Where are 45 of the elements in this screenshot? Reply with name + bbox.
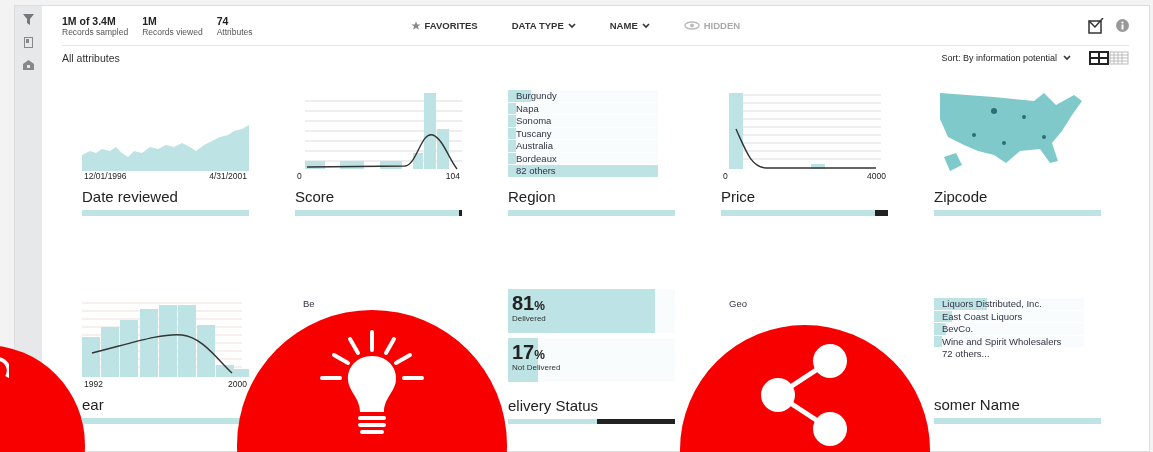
category-label: Be: [302, 298, 315, 309]
attribute-title: Zipcode: [934, 188, 989, 207]
category-label: Tuscany: [515, 127, 552, 139]
axis-label: 2000: [228, 379, 247, 392]
category-label: BevCo.: [941, 323, 974, 334]
category-label: Sonoma: [515, 115, 552, 126]
attribute-title: Score: [295, 188, 336, 207]
category-label: Burgundy: [515, 90, 557, 101]
category-label: Geo: [728, 298, 747, 309]
category-label: Bordeaux: [515, 152, 557, 164]
stat-value: 74: [216, 14, 230, 27]
category-label: Napa: [515, 102, 539, 114]
category-label: Liquors Distributed, Inc.: [941, 298, 1042, 309]
axis-label: 0: [297, 171, 302, 184]
stat-label: Attributes: [216, 26, 253, 37]
percent-label: Not Delivered: [512, 363, 562, 372]
filter-button[interactable]: FAVORITES: [410, 20, 478, 31]
axis-label: 1992: [84, 379, 103, 392]
category-label: East Coast Liquors: [941, 310, 1023, 322]
axis-label: 4/31/2001: [209, 171, 247, 184]
attribute-title: somer Name: [934, 396, 1021, 415]
section-title: All attributes: [62, 52, 120, 64]
axis-label: 12/01/1996: [84, 171, 127, 184]
attribute-title: Region: [508, 188, 557, 207]
category-label: 72 others...: [941, 348, 990, 359]
stat-value: 1M: [142, 14, 158, 27]
category-label: Wine and Spirit Wholesalers: [941, 335, 1062, 347]
axis-label: 0: [723, 171, 728, 184]
percent-label: Delivered: [512, 314, 547, 323]
stat-label: Records sampled: [62, 26, 129, 37]
axis-label: 104: [445, 171, 460, 184]
attribute-title: Date reviewed: [82, 188, 179, 207]
axis-label: 4000: [867, 171, 886, 184]
category-label: 82 others: [515, 165, 556, 176]
filter-button[interactable]: NAME: [609, 20, 650, 31]
attribute-title: ear: [82, 396, 105, 415]
stat-label: Records viewed: [142, 26, 203, 37]
stat-value: 1M of 3.4M: [62, 14, 117, 27]
percent-value: 17%: [512, 342, 546, 363]
attribute-title: Price: [721, 188, 757, 207]
category-label: Australia: [515, 140, 553, 151]
attribute-title: elivery Status: [508, 397, 600, 415]
sort-dropdown[interactable]: Sort: By information potential: [941, 53, 1071, 63]
percent-value: 81%: [512, 293, 546, 314]
filter-button[interactable]: DATA TYPE: [511, 20, 576, 31]
